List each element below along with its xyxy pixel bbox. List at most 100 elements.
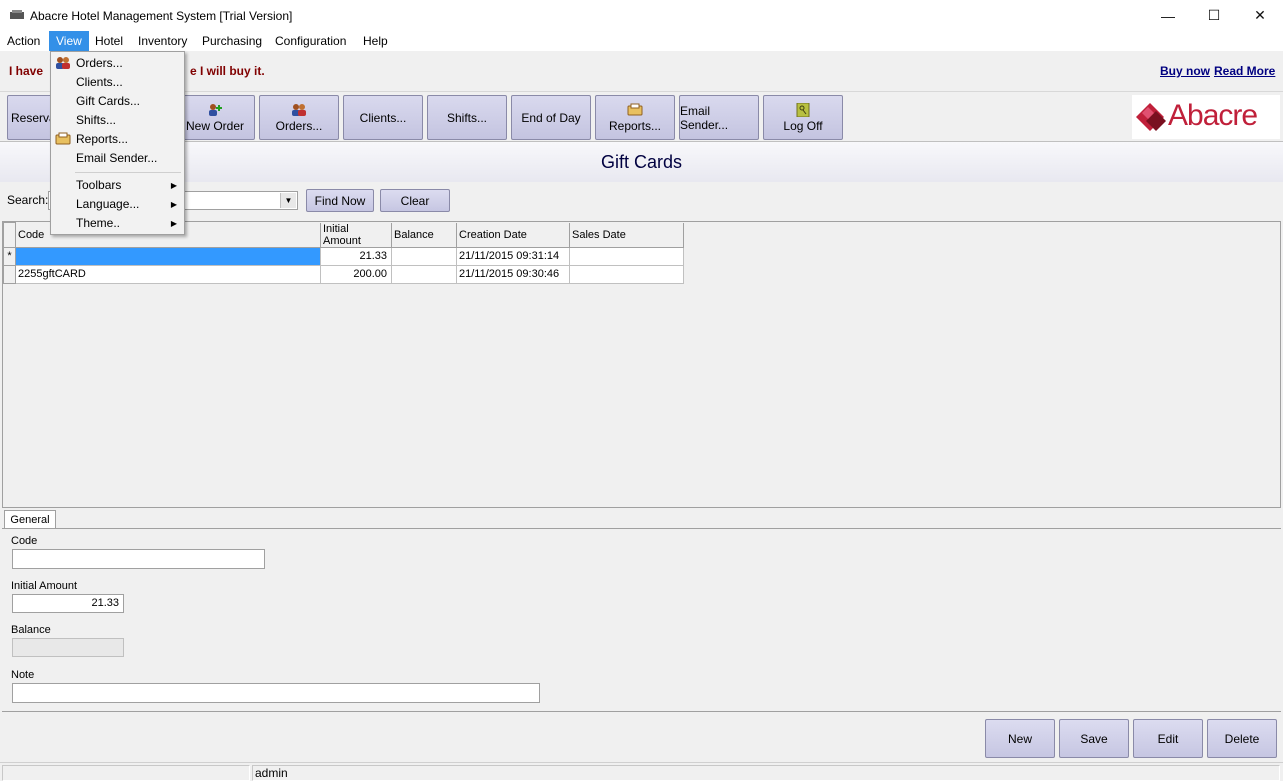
- end-of-day-label: End of Day: [521, 110, 581, 125]
- row-header-corner: [3, 222, 16, 248]
- menu-item-orders-label: Orders...: [76, 56, 123, 70]
- new-button[interactable]: New: [985, 719, 1055, 758]
- nag-text: I have: [9, 64, 44, 78]
- reservations-label: Reserva: [11, 110, 56, 125]
- row-marker[interactable]: *: [3, 246, 16, 266]
- cell-creation-date[interactable]: 21/11/2015 09:30:46: [456, 264, 570, 284]
- menu-item-toolbars-label: Toolbars: [76, 178, 122, 192]
- menu-item-orders[interactable]: Orders...: [52, 54, 183, 73]
- dropdown-arrow-icon[interactable]: ▼: [280, 193, 296, 208]
- menu-item-shifts[interactable]: Shifts...: [52, 111, 183, 130]
- end-of-day-button[interactable]: End of Day: [511, 95, 591, 140]
- shifts-label: Shifts...: [446, 110, 487, 125]
- read-more-link[interactable]: Read More: [1214, 64, 1275, 78]
- cell-initial-amount[interactable]: 21.33: [320, 246, 392, 266]
- new-order-label: New Order: [185, 118, 244, 133]
- column-header-sales-date[interactable]: Sales Date: [569, 222, 684, 248]
- menu-item-shifts-label: Shifts...: [76, 113, 117, 127]
- search-label: Search:: [7, 193, 49, 207]
- detail-tabstrip: General: [2, 508, 1281, 530]
- menu-view[interactable]: View: [49, 31, 89, 51]
- menu-help[interactable]: Help: [356, 31, 395, 51]
- cell-sales-date[interactable]: [569, 246, 684, 266]
- initial-amount-field[interactable]: 21.33: [12, 594, 124, 613]
- menu-item-gift-cards[interactable]: Gift Cards...: [52, 92, 183, 111]
- detail-pane: Code Initial Amount 21.33 Balance Note: [2, 528, 1281, 712]
- cell-initial-amount[interactable]: 200.00: [320, 264, 392, 284]
- save-button[interactable]: Save: [1059, 719, 1129, 758]
- table-row[interactable]: 2255gftCARD 200.00 21/11/2015 09:30:46: [3, 264, 684, 284]
- tab-general[interactable]: General: [4, 510, 56, 530]
- edit-button[interactable]: Edit: [1133, 719, 1203, 758]
- menu-item-gift-cards-label: Gift Cards...: [76, 94, 141, 108]
- orders-label: Orders...: [275, 118, 323, 133]
- email-sender-button[interactable]: Email Sender...: [679, 95, 759, 140]
- find-now-button[interactable]: Find Now: [306, 189, 374, 212]
- reports-icon: [55, 132, 71, 145]
- email-sender-label: Email Sender...: [680, 103, 729, 132]
- column-header-balance[interactable]: Balance: [391, 222, 457, 248]
- clients-button[interactable]: Clients...: [343, 95, 423, 140]
- new-order-button[interactable]: New Order: [175, 95, 255, 140]
- menu-item-toolbars[interactable]: Toolbars ▶: [52, 176, 183, 195]
- key-icon: [796, 102, 810, 117]
- view-menu-dropdown: Orders... Clients... Gift Cards... Shift…: [50, 51, 185, 235]
- menu-item-theme-label: Theme..: [76, 216, 121, 230]
- cell-balance[interactable]: [391, 264, 457, 284]
- logo-text: Abacre: [1168, 99, 1258, 132]
- cell-sales-date[interactable]: [569, 264, 684, 284]
- menu-item-email-sender[interactable]: Email Sender...: [52, 149, 183, 168]
- menu-item-language-label: Language...: [76, 197, 140, 211]
- column-header-initial-amount[interactable]: Initial Amount: [320, 222, 392, 248]
- menu-item-email-sender-label: Email Sender...: [76, 151, 158, 165]
- close-button[interactable]: ✕: [1237, 0, 1283, 31]
- menu-item-language[interactable]: Language... ▶: [52, 195, 183, 214]
- cell-creation-date[interactable]: 21/11/2015 09:31:14: [456, 246, 570, 266]
- trial-nag-bar: I have e I will buy it. Buy now Read Mor…: [0, 51, 1283, 91]
- menu-configuration[interactable]: Configuration: [268, 31, 353, 51]
- delete-button[interactable]: Delete: [1207, 719, 1277, 758]
- menu-item-reports[interactable]: Reports...: [52, 130, 183, 149]
- balance-label: Balance: [11, 624, 51, 636]
- people-icon: [56, 57, 70, 69]
- note-label: Note: [11, 669, 35, 681]
- people-icon: [292, 103, 306, 116]
- menu-purchasing[interactable]: Purchasing: [195, 31, 269, 51]
- menu-item-reports-label: Reports...: [76, 132, 129, 146]
- menu-item-clients[interactable]: Clients...: [52, 73, 183, 92]
- reports-button[interactable]: Reports...: [595, 95, 675, 140]
- status-bar: admin: [0, 762, 1283, 781]
- balance-field: [12, 638, 124, 657]
- menu-item-theme[interactable]: Theme.. ▶: [52, 214, 183, 233]
- code-field[interactable]: [12, 549, 265, 569]
- buy-now-link[interactable]: Buy now: [1160, 64, 1210, 78]
- window-title: Abacre Hotel Management System [Trial Ve…: [30, 9, 293, 23]
- maximize-button[interactable]: ☐: [1191, 0, 1237, 31]
- cell-code[interactable]: 2255gftCARD: [15, 264, 321, 284]
- menu-hotel[interactable]: Hotel: [88, 31, 130, 51]
- app-icon: [10, 10, 24, 19]
- cell-code[interactable]: [15, 246, 321, 266]
- clear-button[interactable]: Clear: [380, 189, 450, 212]
- note-field[interactable]: [12, 683, 540, 703]
- menu-inventory[interactable]: Inventory: [131, 31, 194, 51]
- main-toolbar: Reserva New Order Orders... Clients... S…: [0, 91, 1283, 142]
- row-marker[interactable]: [3, 264, 16, 284]
- submenu-arrow-icon: ▶: [170, 200, 177, 209]
- page-header: Gift Cards: [0, 142, 1283, 182]
- column-header-creation-date[interactable]: Creation Date: [456, 222, 570, 248]
- title-bar: Abacre Hotel Management System [Trial Ve…: [0, 0, 1283, 31]
- submenu-arrow-icon: ▶: [170, 181, 177, 190]
- menu-separator: [75, 172, 181, 173]
- minimize-button[interactable]: —: [1145, 0, 1191, 31]
- table-row[interactable]: * 21.33 21/11/2015 09:31:14: [3, 246, 684, 266]
- orders-button[interactable]: Orders...: [259, 95, 339, 140]
- new-order-icon: [209, 103, 222, 116]
- cell-balance[interactable]: [391, 246, 457, 266]
- menu-action[interactable]: Action: [0, 31, 47, 51]
- submenu-arrow-icon: ▶: [170, 219, 177, 228]
- shifts-button[interactable]: Shifts...: [427, 95, 507, 140]
- menu-bar: Action View Hotel Inventory Purchasing C…: [0, 31, 1283, 51]
- gift-cards-grid[interactable]: Code Initial Amount Balance Creation Dat…: [2, 221, 1281, 508]
- log-off-button[interactable]: Log Off: [763, 95, 843, 140]
